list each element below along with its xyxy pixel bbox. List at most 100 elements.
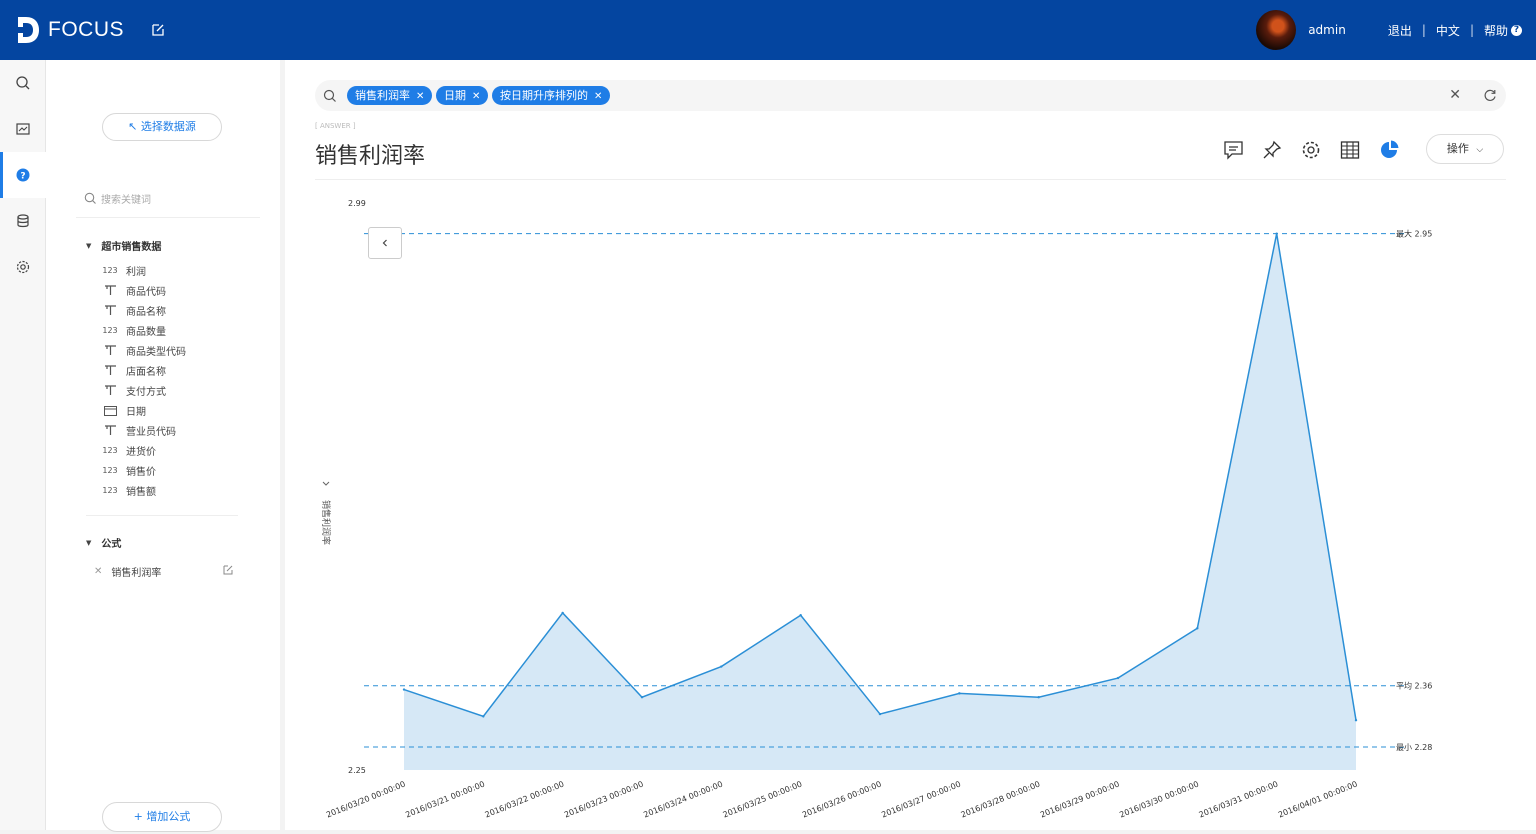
field-label: 店面名称 — [126, 366, 166, 378]
help-link[interactable]: 帮助 — [1484, 22, 1508, 39]
group-formula[interactable]: ▼ 公式 — [86, 535, 122, 551]
field-label: 商品代码 — [126, 286, 166, 298]
collapse-panel-button[interactable] — [368, 227, 402, 259]
pie-chart-icon — [1381, 140, 1399, 158]
rail-board[interactable] — [0, 106, 46, 152]
pin-button[interactable] — [1261, 139, 1283, 161]
search-chip[interactable]: 按日期升序排列的 ✕ — [492, 86, 611, 105]
rail-search[interactable] — [0, 60, 46, 106]
rail-settings[interactable] — [0, 244, 46, 290]
field-item[interactable]: 营业员代码 — [102, 421, 176, 439]
field-item[interactable]: 日期 — [102, 401, 146, 419]
comment-icon — [1223, 141, 1243, 160]
gear-icon — [16, 260, 30, 274]
group-title: 公式 — [101, 539, 122, 550]
question-icon: ? — [16, 168, 30, 182]
number-type-icon: 123 — [102, 465, 118, 475]
refresh-icon[interactable] — [1483, 88, 1497, 102]
rail-database[interactable] — [0, 198, 46, 244]
x-tick-label: 2016/03/26 00:00:00 — [801, 780, 883, 820]
table-view-button[interactable] — [1339, 139, 1361, 161]
search-icon — [323, 89, 336, 102]
text-type-icon — [102, 304, 118, 316]
field-item[interactable]: 123 销售价 — [102, 461, 156, 479]
caret-down-icon: ▼ — [86, 538, 92, 547]
reference-label: 最大 2.95 — [1396, 229, 1432, 239]
add-formula-button[interactable]: + 增加公式 — [102, 802, 222, 832]
x-tick-label: 2016/03/21 00:00:00 — [404, 780, 486, 820]
text-type-icon — [102, 424, 118, 436]
field-item[interactable]: 商品类型代码 — [102, 341, 186, 359]
search-bar[interactable]: 销售利润率 ✕ 日期 ✕ 按日期升序排列的 ✕ ✕ — [315, 80, 1506, 111]
field-item[interactable]: 商品代码 — [102, 281, 166, 299]
chevron-down-icon — [322, 481, 330, 486]
field-item[interactable]: 123 利润 — [102, 261, 146, 279]
number-type-icon: 123 — [102, 485, 118, 495]
edit-icon[interactable] — [150, 22, 166, 38]
x-tick-label: 2016/03/22 00:00:00 — [484, 780, 566, 820]
clear-icon[interactable]: ✕ — [1449, 87, 1461, 103]
reference-label: 平均 2.36 — [1396, 681, 1432, 691]
field-label: 利润 — [126, 266, 146, 278]
data-point — [799, 614, 802, 617]
language-link[interactable]: 中文 — [1436, 22, 1460, 39]
top-bar: FOCUS admin | 退出 | 中文 | 帮助 ? — [0, 0, 1536, 60]
divider — [76, 217, 260, 218]
settings-button[interactable] — [1300, 139, 1322, 161]
avatar[interactable] — [1256, 10, 1297, 50]
data-point — [720, 665, 723, 668]
field-item[interactable]: 店面名称 — [102, 361, 166, 379]
search-chip[interactable]: 销售利润率 ✕ — [347, 86, 433, 105]
group-supermarket[interactable]: ▼ 超市销售数据 — [86, 238, 161, 254]
select-source-button[interactable]: ↖ 选择数据源 — [102, 113, 222, 141]
data-point — [878, 712, 882, 716]
database-icon — [17, 214, 29, 228]
text-type-icon — [102, 384, 118, 396]
divider — [86, 515, 238, 516]
chip-remove-icon[interactable]: ✕ — [416, 91, 424, 102]
data-point — [1037, 696, 1040, 699]
username[interactable]: admin — [1308, 23, 1346, 37]
field-label: 商品名称 — [126, 306, 166, 318]
data-point — [958, 692, 961, 695]
comment-button[interactable] — [1222, 139, 1244, 161]
logout-link[interactable]: 退出 — [1388, 22, 1412, 39]
pin-icon — [1263, 140, 1282, 159]
search-placeholder: 搜索关键词 — [101, 194, 151, 206]
logo[interactable]: FOCUS — [16, 14, 124, 46]
x-tick-label: 2016/03/20 00:00:00 — [325, 780, 407, 820]
field-label: 支付方式 — [126, 386, 166, 398]
field-item[interactable]: 123 销售额 — [102, 481, 156, 499]
svg-text:?: ? — [20, 172, 25, 182]
chart-type-button[interactable] — [1378, 139, 1400, 161]
chip-label: 日期 — [444, 89, 466, 102]
number-type-icon: 123 — [102, 265, 118, 275]
help-icon[interactable]: ? — [1511, 24, 1522, 36]
chip-remove-icon[interactable]: ✕ — [594, 91, 602, 102]
field-item[interactable]: 123 商品数量 — [102, 321, 166, 339]
chip-label: 销售利润率 — [355, 89, 410, 102]
data-point — [1116, 676, 1120, 680]
data-point — [640, 696, 644, 699]
chevron-down-icon: ⌵ — [1476, 145, 1484, 155]
data-sidebar: ↖ 选择数据源 搜索关键词 ▼ 超市销售数据 ▼ 公式 ✕ 销售利润率 + 增加… — [46, 60, 280, 832]
search-chip[interactable]: 日期 ✕ — [436, 86, 489, 105]
separator: | — [1469, 23, 1474, 37]
field-item[interactable]: 123 进货价 — [102, 441, 156, 459]
table-icon — [1340, 141, 1360, 159]
formula-item[interactable]: ✕ 销售利润率 — [94, 563, 234, 579]
chip-label: 按日期升序排列的 — [500, 89, 588, 102]
operations-dropdown[interactable]: 操作 ⌵ — [1426, 134, 1504, 164]
data-point — [1275, 232, 1278, 235]
remove-icon[interactable]: ✕ — [94, 566, 102, 577]
field-item[interactable]: 支付方式 — [102, 381, 166, 399]
operations-label: 操作 — [1446, 142, 1469, 155]
field-label: 销售价 — [126, 466, 156, 478]
data-point — [482, 715, 485, 718]
field-item[interactable]: 商品名称 — [102, 301, 166, 319]
field-search[interactable]: 搜索关键词 — [84, 188, 254, 208]
data-point — [561, 611, 564, 615]
rail-question[interactable]: ? — [0, 152, 46, 198]
chip-remove-icon[interactable]: ✕ — [472, 91, 480, 102]
edit-icon[interactable] — [222, 564, 234, 576]
